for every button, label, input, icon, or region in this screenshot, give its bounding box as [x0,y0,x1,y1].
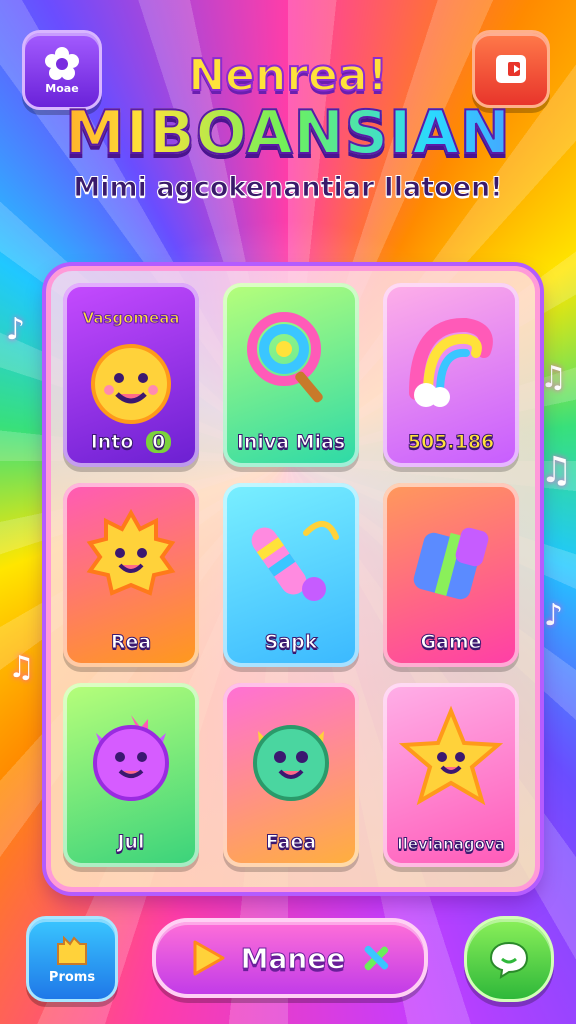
music-note-icon: ♫ [8,650,35,685]
music-note-icon: ♪ [6,312,26,347]
star-character-icon [383,693,519,823]
music-note-icon: ♫ [540,360,567,395]
card-badge: 0 [146,431,172,454]
promos-label: Proms [48,969,96,985]
chat-bubble-icon [489,941,529,979]
music-note-icon: ♪ [544,598,564,633]
chat-button[interactable] [464,916,554,1002]
level-card-5[interactable]: Sapk [223,483,359,667]
card-label: Game [420,631,482,654]
card-label: Jul [117,831,145,854]
card-label: Ilevianagova [397,835,506,854]
subtitle: Mimi agcokenantiar Ilatoen! [73,172,503,204]
level-grid: Vasgomeaa Into 0 Iniva Mias 505.186 Rea … [46,266,540,892]
card-label: Iniva Mias [236,431,346,454]
play-icon [193,940,225,976]
card-label: Rea [110,631,152,654]
game-title: MIBOANSIAN [0,99,576,167]
sun-character-icon [63,317,199,447]
card-label: Sapk [264,631,318,654]
rainbow-icon [383,293,519,423]
level-card-7[interactable]: Jul [63,683,199,867]
level-card-8[interactable]: Faea [223,683,359,867]
level-card-6[interactable]: Game [383,483,519,667]
main-button-label: Manee [240,941,346,975]
level-card-9[interactable]: Ilevianagova [383,683,519,867]
card-label: Faea [265,831,317,854]
flame-character-icon [63,493,199,623]
level-card-4[interactable]: Rea [63,483,199,667]
level-card-1[interactable]: Vasgomeaa Into 0 [63,283,199,467]
music-note-icon: ♫ [540,450,573,491]
promos-button[interactable]: Proms [26,916,118,1002]
green-cat-icon [223,693,359,823]
pink-creature-icon [63,693,199,823]
crossed-tools-icon [364,945,389,971]
main-button[interactable]: Manee [152,918,428,998]
card-label: Into [90,431,134,454]
level-card-3[interactable]: 505.186 [383,283,519,467]
title-line1: Nenrea! [187,50,388,101]
title-block: Nenrea! MIBOANSIAN Mimi agcokenantiar Il… [0,50,576,204]
card-label: 505.186 [407,431,495,454]
lollipop-icon [223,293,359,423]
level-card-2[interactable]: Iniva Mias [223,283,359,467]
gift-box-icon [383,493,519,623]
castle-icon [57,935,87,965]
candy-wand-icon [223,493,359,623]
